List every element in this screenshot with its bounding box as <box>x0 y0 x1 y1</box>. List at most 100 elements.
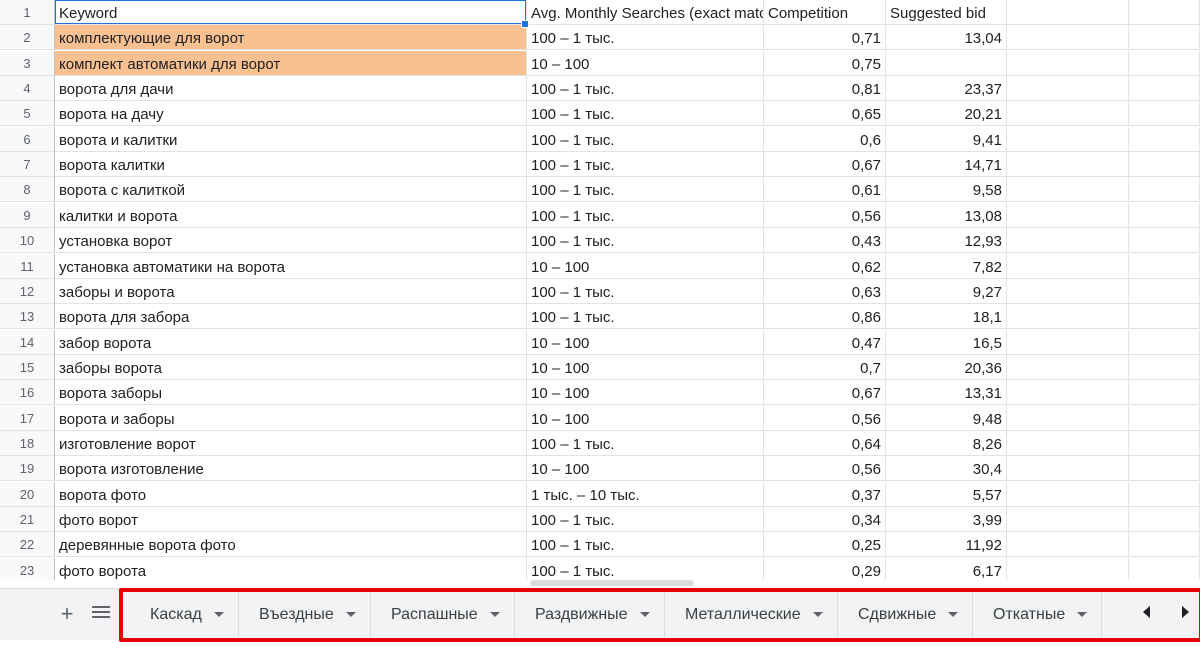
keyword-cell[interactable]: ворота на дачу <box>55 101 527 126</box>
searches-cell[interactable]: 100 – 1 тыс. <box>527 532 764 557</box>
bid-cell[interactable]: 9,41 <box>886 127 1007 152</box>
competition-cell[interactable]: 0,56 <box>764 456 886 481</box>
searches-cell[interactable]: 100 – 1 тыс. <box>527 25 764 50</box>
competition-cell[interactable]: 0,86 <box>764 304 886 329</box>
empty-cell[interactable] <box>1007 127 1129 152</box>
competition-cell[interactable]: 0,67 <box>764 380 886 405</box>
empty-cell[interactable] <box>1007 203 1129 228</box>
searches-cell[interactable]: 100 – 1 тыс. <box>527 558 764 580</box>
row-number[interactable]: 3 <box>0 51 55 76</box>
empty-cell[interactable] <box>1007 558 1129 580</box>
add-sheet-button[interactable]: + <box>56 603 78 625</box>
row-number[interactable]: 5 <box>0 101 55 126</box>
keyword-cell[interactable]: фото ворота <box>55 558 527 580</box>
keyword-cell[interactable]: заборы ворота <box>55 355 527 380</box>
bid-cell[interactable]: 12,93 <box>886 228 1007 253</box>
searches-cell[interactable]: 10 – 100 <box>527 254 764 279</box>
searches-cell[interactable]: 100 – 1 тыс. <box>527 101 764 126</box>
row-number[interactable]: 20 <box>0 482 55 507</box>
competition-cell[interactable]: 0,56 <box>764 203 886 228</box>
bid-cell[interactable]: Suggested bid <box>886 0 1007 25</box>
bid-cell[interactable]: 18,1 <box>886 304 1007 329</box>
empty-cell[interactable] <box>1007 406 1129 431</box>
keyword-cell[interactable]: установка автоматики на ворота <box>55 254 527 279</box>
bid-cell[interactable]: 16,5 <box>886 330 1007 355</box>
empty-cell[interactable] <box>1007 304 1129 329</box>
empty-cell[interactable] <box>1129 51 1200 76</box>
keyword-cell[interactable]: ворота заборы <box>55 380 527 405</box>
searches-cell[interactable]: Avg. Monthly Searches (exact match only) <box>527 0 764 25</box>
chevron-down-icon[interactable] <box>1077 612 1088 617</box>
empty-cell[interactable] <box>1129 127 1200 152</box>
searches-cell[interactable]: 100 – 1 тыс. <box>527 152 764 177</box>
bid-cell[interactable]: 11,92 <box>886 532 1007 557</box>
competition-cell[interactable]: 0,34 <box>764 507 886 532</box>
row-number[interactable]: 1 <box>0 0 55 25</box>
empty-cell[interactable] <box>1129 431 1200 456</box>
row-number[interactable]: 9 <box>0 203 55 228</box>
competition-cell[interactable]: 0,75 <box>764 51 886 76</box>
competition-cell[interactable]: 0,61 <box>764 177 886 202</box>
sheet-tab[interactable]: Сдвижные <box>838 589 974 640</box>
row-number[interactable]: 11 <box>0 254 55 279</box>
keyword-cell[interactable]: ворота для дачи <box>55 76 527 101</box>
horizontal-scrollbar[interactable] <box>530 580 694 586</box>
searches-cell[interactable]: 100 – 1 тыс. <box>527 507 764 532</box>
competition-cell[interactable]: 0,71 <box>764 25 886 50</box>
row-number[interactable]: 12 <box>0 279 55 304</box>
row-number[interactable]: 23 <box>0 558 55 580</box>
empty-cell[interactable] <box>1129 254 1200 279</box>
row-number[interactable]: 19 <box>0 456 55 481</box>
empty-cell[interactable] <box>1007 456 1129 481</box>
bid-cell[interactable]: 20,21 <box>886 101 1007 126</box>
row-number[interactable]: 16 <box>0 380 55 405</box>
chevron-down-icon[interactable] <box>213 612 224 617</box>
bid-cell[interactable]: 23,37 <box>886 76 1007 101</box>
empty-cell[interactable] <box>1007 228 1129 253</box>
keyword-cell[interactable]: калитки и ворота <box>55 203 527 228</box>
empty-cell[interactable] <box>1129 380 1200 405</box>
all-sheets-button[interactable] <box>92 606 110 622</box>
chevron-down-icon[interactable] <box>345 612 356 617</box>
empty-cell[interactable] <box>1007 507 1129 532</box>
searches-cell[interactable]: 100 – 1 тыс. <box>527 304 764 329</box>
bid-cell[interactable]: 9,48 <box>886 406 1007 431</box>
chevron-right-icon[interactable] <box>1182 606 1189 618</box>
empty-cell[interactable] <box>1007 254 1129 279</box>
empty-cell[interactable] <box>1007 431 1129 456</box>
empty-cell[interactable] <box>1129 228 1200 253</box>
competition-cell[interactable]: 0,37 <box>764 482 886 507</box>
empty-cell[interactable] <box>1129 203 1200 228</box>
keyword-cell[interactable]: ворота с калиткой <box>55 177 527 202</box>
empty-cell[interactable] <box>1007 279 1129 304</box>
keyword-cell[interactable]: ворота и заборы <box>55 406 527 431</box>
row-number[interactable]: 17 <box>0 406 55 431</box>
competition-cell[interactable]: 0,63 <box>764 279 886 304</box>
searches-cell[interactable]: 1 тыс. – 10 тыс. <box>527 482 764 507</box>
bid-cell[interactable]: 9,58 <box>886 177 1007 202</box>
empty-cell[interactable] <box>1129 0 1200 25</box>
sheet-tab[interactable]: Раздвижные <box>515 589 665 640</box>
searches-cell[interactable]: 100 – 1 тыс. <box>527 203 764 228</box>
searches-cell[interactable]: 100 – 1 тыс. <box>527 127 764 152</box>
bid-cell[interactable]: 3,99 <box>886 507 1007 532</box>
empty-cell[interactable] <box>1129 355 1200 380</box>
empty-cell[interactable] <box>1129 279 1200 304</box>
bid-cell[interactable]: 30,4 <box>886 456 1007 481</box>
competition-cell[interactable]: 0,65 <box>764 101 886 126</box>
sheet-tab[interactable]: Откатные <box>973 589 1103 640</box>
competition-cell[interactable]: 0,6 <box>764 127 886 152</box>
row-number[interactable]: 4 <box>0 76 55 101</box>
selection-fill-handle[interactable] <box>521 20 529 28</box>
searches-cell[interactable]: 10 – 100 <box>527 51 764 76</box>
row-number[interactable]: 10 <box>0 228 55 253</box>
empty-cell[interactable] <box>1129 177 1200 202</box>
keyword-cell[interactable]: установка ворот <box>55 228 527 253</box>
searches-cell[interactable]: 100 – 1 тыс. <box>527 177 764 202</box>
keyword-cell[interactable]: фото ворот <box>55 507 527 532</box>
keyword-cell[interactable]: деревянные ворота фото <box>55 532 527 557</box>
searches-cell[interactable]: 100 – 1 тыс. <box>527 431 764 456</box>
empty-cell[interactable] <box>1129 152 1200 177</box>
bid-cell[interactable]: 8,26 <box>886 431 1007 456</box>
sheet-tab[interactable]: Металлические <box>665 589 838 640</box>
